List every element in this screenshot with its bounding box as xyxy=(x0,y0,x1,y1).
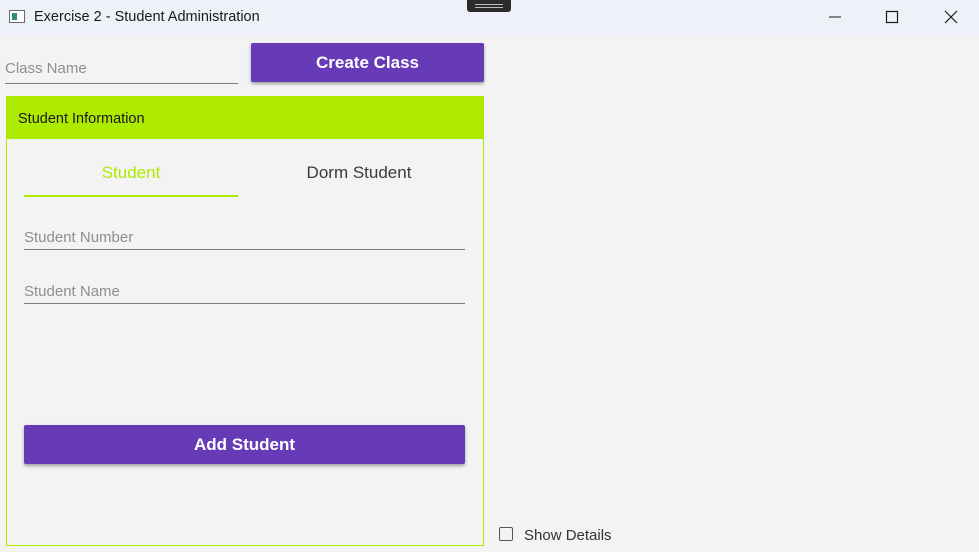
close-icon xyxy=(944,10,958,24)
close-button[interactable] xyxy=(926,0,976,34)
tab-dorm-student[interactable]: Dorm Student xyxy=(252,163,466,195)
maximize-button[interactable] xyxy=(867,0,917,34)
class-name-field[interactable] xyxy=(5,56,238,84)
student-number-field[interactable] xyxy=(24,225,465,250)
minimize-icon xyxy=(829,16,841,18)
student-name-input[interactable] xyxy=(24,279,465,303)
student-name-field[interactable] xyxy=(24,279,465,304)
create-class-button[interactable]: Create Class xyxy=(251,43,484,82)
title-bar[interactable]: Exercise 2 - Student Administration xyxy=(0,0,979,36)
drag-handle[interactable] xyxy=(467,0,511,12)
window-app-icon xyxy=(9,10,25,23)
show-details-checkbox[interactable] xyxy=(499,527,513,541)
group-title: Student Information xyxy=(18,111,145,127)
student-number-input[interactable] xyxy=(24,225,465,249)
window-title: Exercise 2 - Student Administration xyxy=(34,9,260,25)
add-student-button[interactable]: Add Student xyxy=(24,425,465,464)
tab-student[interactable]: Student xyxy=(24,163,238,197)
show-details-label: Show Details xyxy=(524,527,612,544)
student-information-header: Student Information xyxy=(7,97,483,139)
class-name-input[interactable] xyxy=(5,56,238,80)
student-information-group: Student Information Student Dorm Student xyxy=(6,96,484,546)
maximize-icon xyxy=(885,10,899,24)
minimize-button[interactable] xyxy=(810,0,860,34)
